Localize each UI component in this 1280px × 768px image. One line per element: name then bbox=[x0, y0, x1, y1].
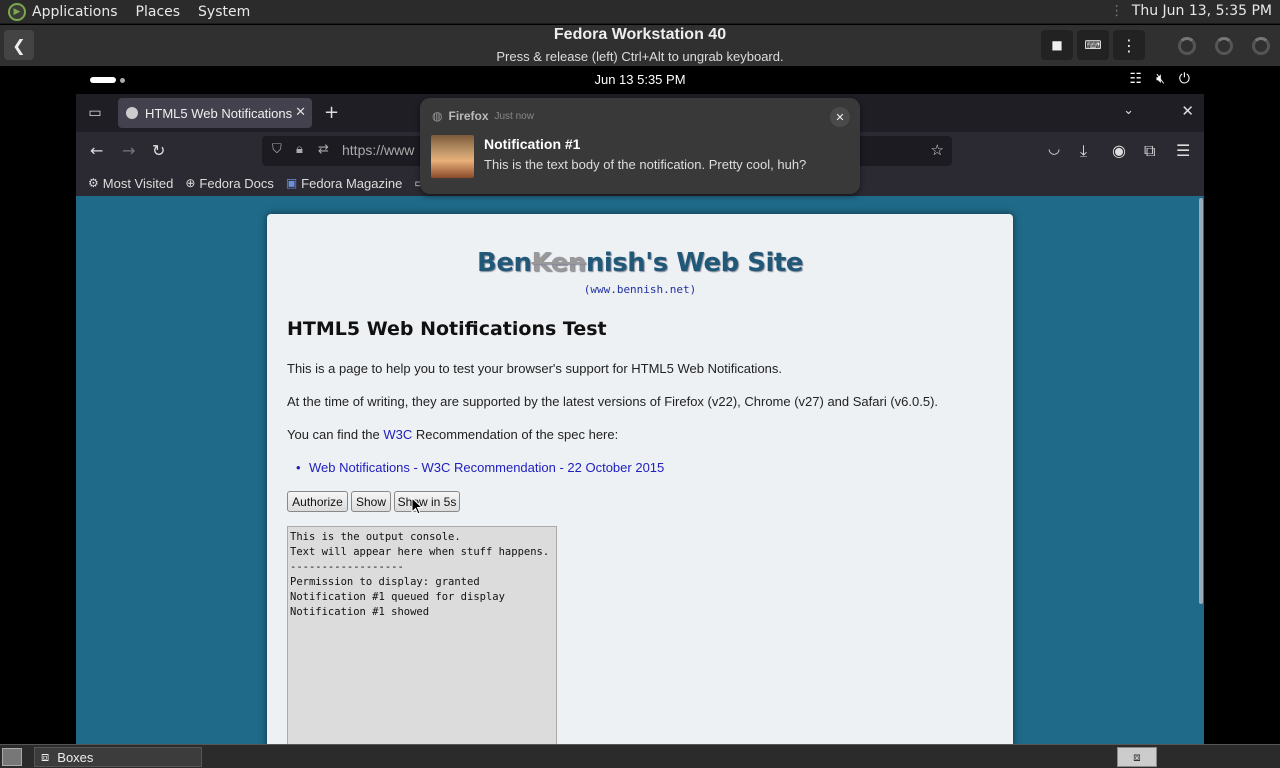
url-text[interactable]: https://www bbox=[342, 142, 414, 158]
mouse-cursor-icon bbox=[411, 497, 423, 515]
host-clock[interactable]: Thu Jun 13, 5:35 PM bbox=[1132, 3, 1272, 19]
fedora-magazine-icon: ▣ bbox=[285, 176, 298, 190]
lock-icon[interactable]: 🔒︎ bbox=[296, 142, 303, 157]
list-item: Web Notifications - W3C Recommendation -… bbox=[296, 460, 664, 475]
page-title: HTML5 Web Notifications Test bbox=[287, 318, 607, 340]
host-top-panel: ▶ Applications Places System ⋮ Thu Jun 1… bbox=[0, 0, 1280, 24]
bookmark-star-icon[interactable]: ☆ bbox=[931, 141, 944, 159]
tab-html5-notifications[interactable]: HTML5 Web Notifications ✕ bbox=[118, 98, 312, 128]
boxes-header-bar: Fedora Workstation 40 Press & release (l… bbox=[0, 25, 1280, 66]
workspace-icon: ⧈ bbox=[1133, 749, 1141, 764]
support-paragraph: At the time of writing, they are support… bbox=[287, 394, 939, 409]
close-tab-icon[interactable]: ✕ bbox=[295, 104, 306, 120]
bookmark-fedora-docs[interactable]: ⊕ Fedora Docs bbox=[185, 176, 273, 191]
power-icon: ⏻ bbox=[1178, 71, 1190, 87]
globe-icon: ⊕ bbox=[185, 176, 196, 190]
menu-applications[interactable]: Applications bbox=[32, 4, 118, 20]
menu-button[interactable]: ⋮ bbox=[1113, 30, 1145, 60]
notification-title: Notification #1 bbox=[484, 136, 581, 152]
host-taskbar: ⧈ Boxes ⧈ bbox=[0, 744, 1280, 768]
hamburger-menu-icon[interactable]: ☰ bbox=[1176, 141, 1190, 160]
kebab-menu-icon: ⋮ bbox=[1121, 35, 1137, 55]
stop-icon: ■ bbox=[1051, 38, 1063, 52]
notification-app: ◍ Firefox Just now bbox=[432, 109, 534, 123]
pocket-icon[interactable]: ◡ bbox=[1048, 141, 1060, 157]
site-title[interactable]: BenKennish's Web Site bbox=[267, 248, 1013, 278]
back-arrow-icon: ❮ bbox=[12, 35, 26, 55]
volume-muted-icon: 🔇︎ bbox=[1156, 71, 1165, 87]
workspace-switcher[interactable]: ⧈ bbox=[1117, 747, 1157, 767]
intro-paragraph: This is a page to help you to test your … bbox=[287, 361, 783, 376]
guest-clock[interactable]: Jun 13 5:35 PM bbox=[76, 72, 1204, 87]
shield-icon[interactable]: ⛉ bbox=[272, 142, 282, 157]
w3c-link[interactable]: W3C bbox=[383, 427, 412, 442]
gear-icon: ⚙ bbox=[88, 176, 99, 190]
extensions-icon[interactable]: ⧉ bbox=[1144, 141, 1155, 161]
show-button[interactable]: Show bbox=[351, 491, 391, 512]
account-icon[interactable]: ◉ bbox=[1112, 141, 1126, 160]
tab-title: HTML5 Web Notifications bbox=[145, 105, 293, 121]
content-card: BenKennish's Web Site (www.bennish.net) … bbox=[267, 214, 1013, 754]
spec-paragraph: You can find the W3C Recommendation of t… bbox=[287, 427, 619, 442]
maximize-icon[interactable] bbox=[1215, 37, 1233, 55]
status-area[interactable]: ☷ 🔇︎ ⏻ bbox=[1130, 71, 1190, 87]
downloads-icon[interactable]: ⤓ bbox=[1080, 141, 1087, 161]
close-icon[interactable]: ✕ bbox=[1181, 102, 1194, 120]
panel-separator: ⋮ bbox=[1109, 3, 1124, 19]
authorize-button[interactable]: Authorize bbox=[287, 491, 348, 512]
minimize-icon[interactable] bbox=[1178, 37, 1196, 55]
list-tabs-icon[interactable]: ⌄ bbox=[1123, 103, 1134, 118]
show-in-5s-button[interactable]: Show in 5s bbox=[394, 491, 460, 512]
close-icon: ✕ bbox=[835, 111, 845, 124]
firefox-icon: ◍ bbox=[432, 109, 443, 123]
reload-icon[interactable]: ↻ bbox=[152, 141, 165, 160]
notification-body: This is the text body of the notificatio… bbox=[484, 157, 807, 172]
boxes-icon: ⧈ bbox=[41, 749, 50, 764]
new-tab-icon[interactable]: + bbox=[324, 102, 339, 123]
show-desktop-icon[interactable] bbox=[2, 748, 22, 766]
menu-places[interactable]: Places bbox=[136, 4, 181, 20]
forward-icon[interactable]: → bbox=[122, 141, 135, 160]
permissions-icon[interactable]: ⇄ bbox=[318, 142, 329, 157]
site-url: (www.bennish.net) bbox=[583, 283, 697, 296]
guest-top-bar: Jun 13 5:35 PM ☷ 🔇︎ ⏻ bbox=[76, 66, 1204, 94]
menu-system[interactable]: System bbox=[198, 4, 250, 20]
stop-button[interactable]: ■ bbox=[1041, 30, 1073, 60]
w3c-recommendation-link[interactable]: Web Notifications - W3C Recommendation -… bbox=[309, 460, 664, 475]
applications-logo-icon[interactable]: ▶ bbox=[8, 2, 26, 21]
close-window-icon[interactable] bbox=[1252, 37, 1270, 55]
output-console[interactable]: This is the output console. Text will ap… bbox=[287, 526, 557, 754]
page-scrollbar[interactable] bbox=[1199, 198, 1203, 604]
bookmark-fedora-magazine[interactable]: ▣ Fedora Magazine bbox=[286, 176, 403, 191]
keyboard-icon: ⌨ bbox=[1084, 38, 1102, 52]
notification-close-button[interactable]: ✕ bbox=[830, 107, 850, 127]
network-icon: ☷ bbox=[1129, 71, 1143, 87]
keyboard-button[interactable]: ⌨ bbox=[1077, 30, 1109, 60]
back-icon[interactable]: ← bbox=[90, 141, 103, 160]
favicon-icon bbox=[126, 107, 138, 119]
bookmark-most-visited[interactable]: ⚙ Most Visited bbox=[88, 176, 173, 191]
notification-avatar bbox=[431, 135, 474, 178]
back-button[interactable]: ❮ bbox=[4, 30, 34, 60]
firefox-view-icon[interactable]: ▭ bbox=[84, 102, 106, 124]
notification-popup[interactable]: ◍ Firefox Just now ✕ Notification #1 Thi… bbox=[420, 98, 860, 194]
taskbar-item-boxes[interactable]: ⧈ Boxes bbox=[34, 747, 202, 767]
